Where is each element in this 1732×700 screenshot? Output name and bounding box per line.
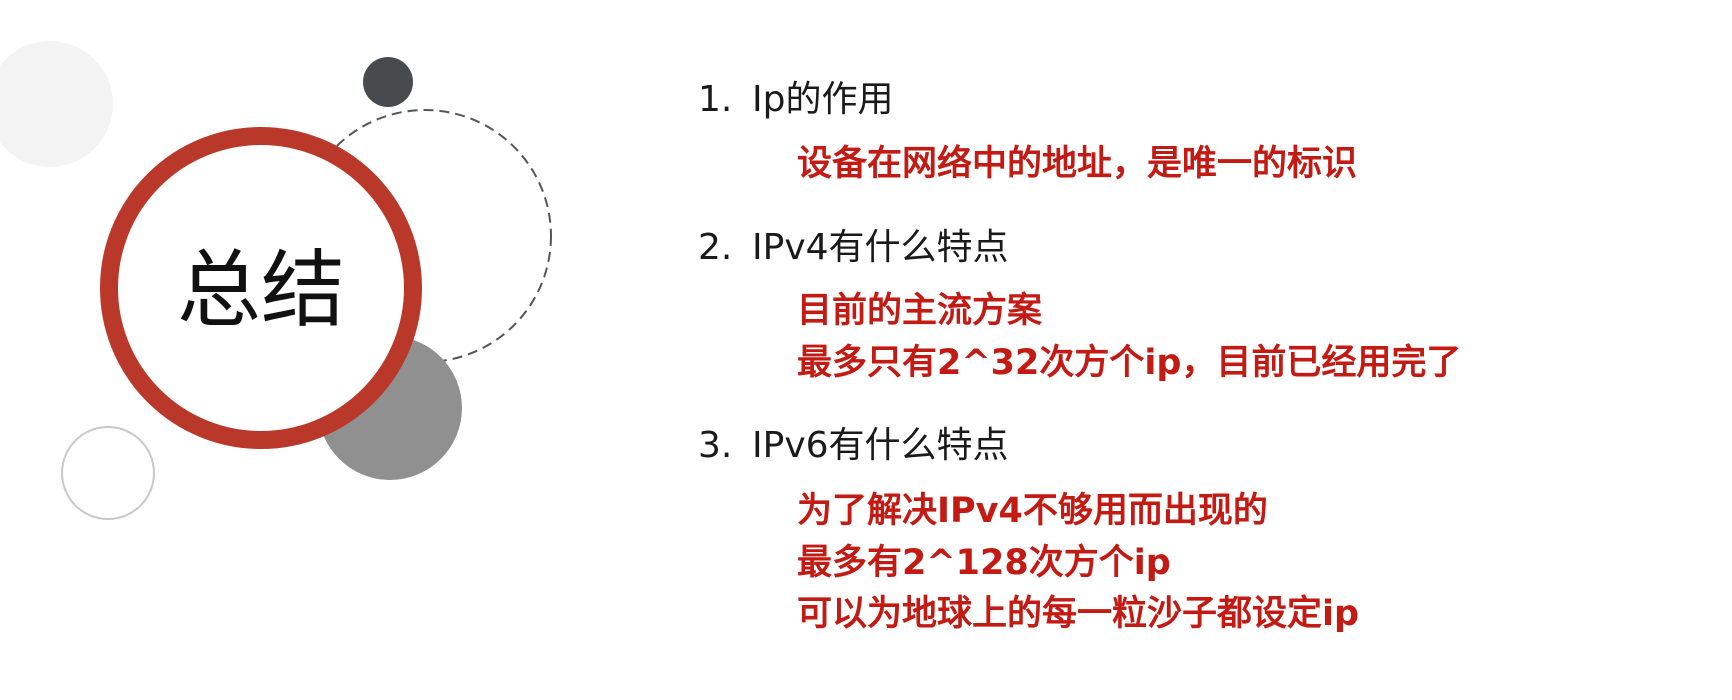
question-2: 2. IPv4有什么特点 bbox=[698, 226, 1009, 270]
question-2-text: IPv4有什么特点 bbox=[752, 227, 1009, 268]
question-3-number: 3. bbox=[698, 425, 733, 466]
dark-small-circle bbox=[363, 57, 413, 107]
light-gray-circle bbox=[0, 41, 113, 167]
answer-2-1: 目前的主流方案 bbox=[797, 291, 1043, 331]
slide-title: 总结 bbox=[176, 241, 345, 339]
summary-list: 1. Ip的作用 设备在网络中的地址，是唯一的标识 2. IPv4有什么特点 目前的… bbox=[698, 0, 1698, 700]
question-1: 1. Ip的作用 bbox=[698, 78, 893, 122]
answer-3-1: 为了解决IPv4不够用而出现的 bbox=[797, 491, 1268, 531]
question-1-text: Ip的作用 bbox=[752, 79, 894, 120]
question-1-number: 1. bbox=[698, 79, 733, 120]
question-3: 3. IPv6有什么特点 bbox=[698, 424, 1009, 468]
slide: 总结 1. Ip的作用 设备在网络中的地址，是唯一的标识 2. IPv4有什么特点 … bbox=[0, 0, 1732, 700]
question-3-text: IPv6有什么特点 bbox=[752, 425, 1009, 466]
answer-2-2: 最多只有2^32次方个ip，目前已经用完了 bbox=[797, 343, 1462, 383]
answer-3-2: 最多有2^128次方个ip bbox=[797, 543, 1171, 583]
outline-small-circle bbox=[61, 426, 155, 520]
question-2-number: 2. bbox=[698, 227, 733, 268]
answer-3-3: 可以为地球上的每一粒沙子都设定ip bbox=[797, 594, 1360, 634]
answer-1-1: 设备在网络中的地址，是唯一的标识 bbox=[797, 144, 1358, 184]
